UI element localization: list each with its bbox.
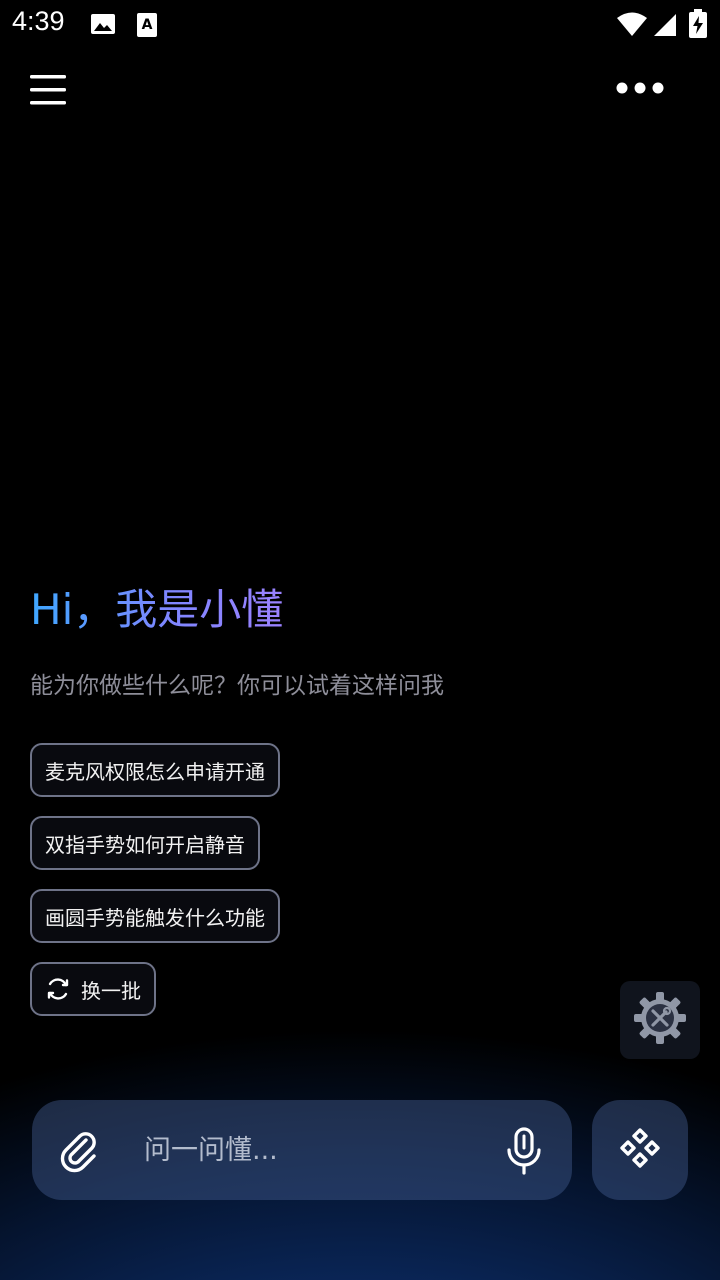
chat-input[interactable]	[144, 1130, 474, 1170]
refresh-button[interactable]: 换一批	[30, 962, 156, 1016]
image-icon	[90, 12, 116, 40]
feature-button[interactable]	[592, 1100, 688, 1200]
suggestion-chip[interactable]: 麦克风权限怎么申请开通	[30, 743, 280, 797]
suggestion-chip[interactable]: 双指手势如何开启静音	[30, 816, 260, 870]
microphone-icon[interactable]	[502, 1126, 546, 1176]
diamond-grid-icon	[618, 1126, 662, 1174]
battery-charging-icon	[688, 9, 708, 43]
greeting-subtitle: 能为你做些什么呢？你可以试着这样问我	[30, 673, 444, 699]
top-bar	[0, 60, 720, 124]
chat-input-bar	[32, 1100, 572, 1200]
tools-button[interactable]	[620, 981, 700, 1059]
greeting-title: Hi，我是小懂	[30, 585, 284, 634]
refresh-label: 换一批	[81, 978, 141, 1003]
settings-tools-icon	[633, 991, 687, 1049]
wifi-icon	[616, 12, 648, 42]
status-bar: 4:39 A	[0, 0, 720, 50]
more-dots-icon[interactable]	[616, 78, 672, 106]
text-a-icon: A	[136, 12, 158, 42]
svg-text:A: A	[142, 17, 153, 33]
hamburger-menu-icon[interactable]	[28, 72, 72, 112]
refresh-icon	[45, 976, 71, 1002]
signal-icon	[652, 12, 678, 42]
suggestion-chip[interactable]: 画圆手势能触发什么功能	[30, 889, 280, 943]
status-time: 4:39	[12, 6, 65, 36]
paperclip-icon[interactable]	[56, 1126, 104, 1174]
